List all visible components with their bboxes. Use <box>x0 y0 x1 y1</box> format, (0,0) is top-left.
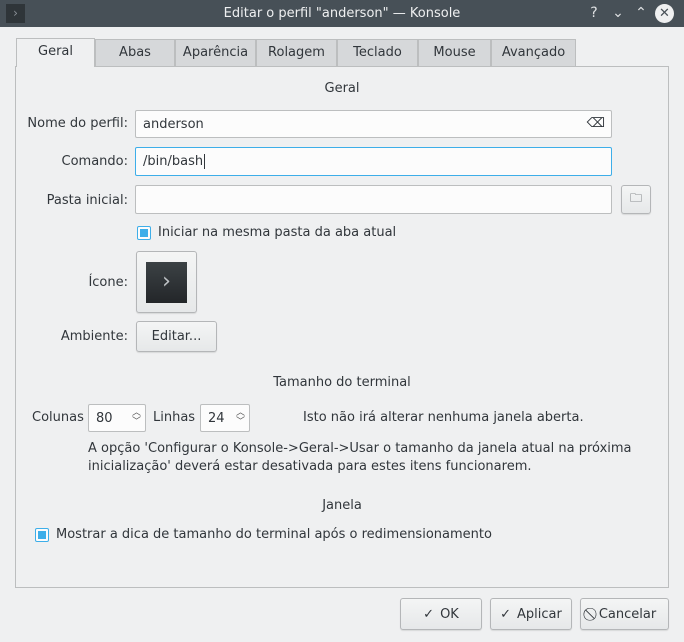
size-note-line1: A opção 'Configurar o Konsole->Geral->Us… <box>88 441 632 456</box>
ok-button[interactable]: ✓ OK <box>400 598 482 630</box>
same-dir-checkbox[interactable] <box>137 226 151 240</box>
profile-name-value: anderson <box>143 116 204 132</box>
clear-text-icon[interactable]: ⌫ <box>587 116 605 131</box>
konsole-app-icon[interactable]: › <box>6 4 25 23</box>
check-icon: ✓ <box>500 606 512 622</box>
apply-label: Aplicar <box>517 606 562 622</box>
rows-label: Linhas <box>153 410 196 425</box>
minimize-button[interactable]: ⌄ <box>609 0 627 27</box>
edit-environment-button[interactable]: Editar... <box>136 321 217 352</box>
profile-name-label: Nome do perfil: <box>27 116 128 131</box>
show-size-hint-label: Mostrar a dica de tamanho do terminal ap… <box>56 527 492 542</box>
section-title-geral: Geral <box>324 81 360 96</box>
help-button[interactable]: ? <box>585 0 603 27</box>
section-title-terminal-size: Tamanho do terminal <box>273 375 411 390</box>
apply-button[interactable]: ✓ Aplicar <box>490 598 572 630</box>
folder-icon: 🗀 <box>629 191 642 205</box>
maximize-button[interactable]: ⌃ <box>632 0 650 27</box>
size-info-text: Isto não irá alterar nenhuma janela aber… <box>303 410 584 425</box>
rows-spinbox[interactable]: 24 ︿ ﹀ <box>200 404 250 432</box>
cancel-button[interactable]: ⃠Cancelar <box>580 598 669 630</box>
tab-abas[interactable]: Abas <box>95 39 175 66</box>
profile-name-input[interactable]: anderson ⌫ <box>135 110 612 138</box>
columns-value: 80 <box>96 410 113 426</box>
icon-picker-button[interactable]: › <box>136 251 197 313</box>
tab-aparencia[interactable]: Aparência <box>175 39 256 66</box>
initial-dir-label: Pasta inicial: <box>46 193 128 208</box>
initial-dir-input[interactable] <box>135 185 612 214</box>
ok-label: OK <box>440 606 459 622</box>
tab-geral[interactable]: Geral <box>16 38 95 67</box>
environment-label: Ambiente: <box>60 329 128 344</box>
window-title: Editar o perfil "anderson" — Konsole <box>223 6 461 21</box>
terminal-icon: › <box>146 261 187 303</box>
size-note-line2: inicialização' deverá estar desativada p… <box>88 459 532 474</box>
tab-mouse[interactable]: Mouse <box>418 39 491 66</box>
icon-label: Ícone: <box>88 275 128 290</box>
tab-rolagem[interactable]: Rolagem <box>256 39 337 66</box>
section-title-janela: Janela <box>322 498 362 513</box>
command-value: /bin/bash <box>143 154 204 169</box>
tab-teclado[interactable]: Teclado <box>337 39 418 66</box>
command-input[interactable]: /bin/bash <box>135 147 612 176</box>
browse-folder-button[interactable]: 🗀 <box>621 185 651 214</box>
rows-value: 24 <box>208 410 225 426</box>
same-dir-label: Iniciar na mesma pasta da aba atual <box>158 225 397 240</box>
command-label: Comando: <box>61 154 129 169</box>
tab-avancado[interactable]: Avançado <box>491 39 576 66</box>
show-size-hint-checkbox[interactable] <box>35 528 49 542</box>
close-button[interactable]: ✕ <box>655 4 674 23</box>
columns-label: Colunas <box>32 410 84 425</box>
cancel-label: Cancelar <box>598 606 657 622</box>
spin-arrows-icon[interactable]: ︿ ﹀ <box>236 409 245 427</box>
title-bar: › Editar o perfil "anderson" — Konsole ?… <box>0 0 684 27</box>
check-icon: ✓ <box>423 606 435 622</box>
spin-arrows-icon[interactable]: ︿ ﹀ <box>132 409 141 427</box>
columns-spinbox[interactable]: 80 ︿ ﹀ <box>88 404 146 432</box>
